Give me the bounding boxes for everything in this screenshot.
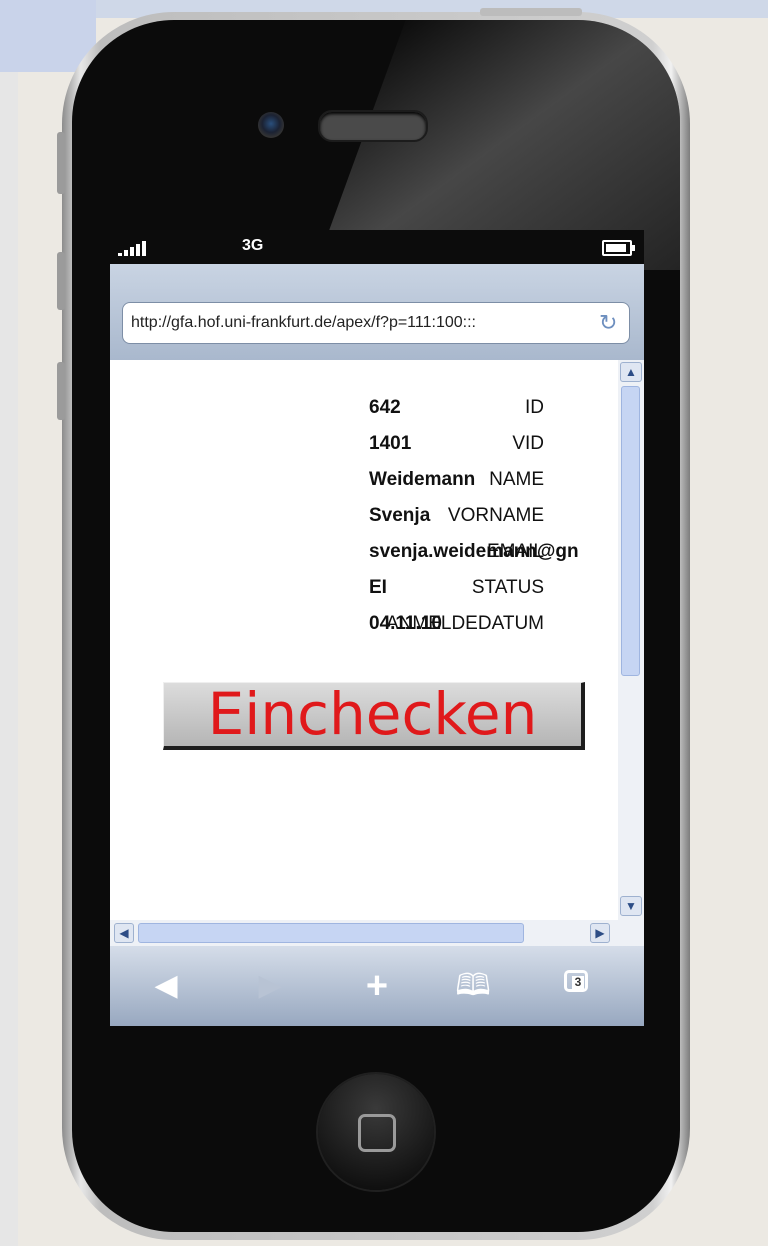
field-label: VID xyxy=(512,433,544,454)
field-value: 04.11.10 xyxy=(369,613,442,634)
scroll-left-icon[interactable]: ◀ xyxy=(114,923,134,943)
forward-icon[interactable]: ▶ xyxy=(250,966,290,1006)
field-value: EI xyxy=(369,577,387,598)
vertical-scroll-thumb[interactable] xyxy=(621,386,640,676)
field-label: ID xyxy=(525,397,544,418)
field-value: Svenja xyxy=(369,505,431,526)
signal-icon xyxy=(118,240,158,256)
field-value: 1401 xyxy=(369,433,412,454)
scroll-down-icon[interactable]: ▼ xyxy=(620,896,642,916)
field-value: svenja.weidemann@gn xyxy=(369,541,579,562)
page-content: ID 642 VID 1401 NAME Weidemann VORNAME S… xyxy=(110,360,618,920)
bookmarks-icon[interactable]: 🕮 xyxy=(453,966,493,1006)
battery-icon xyxy=(602,240,635,256)
phone-screen: 3G http://gfa.hof.uni-frankfurt.de/apex/… xyxy=(110,230,644,1026)
volume-up-button xyxy=(57,252,65,310)
power-button xyxy=(480,8,582,16)
volume-down-button xyxy=(57,362,65,420)
checkin-button[interactable]: Einchecken xyxy=(163,682,585,750)
record-row: STATUS EI xyxy=(110,577,618,607)
field-value: Weidemann xyxy=(369,469,476,490)
home-button[interactable] xyxy=(318,1074,434,1190)
field-label: STATUS xyxy=(471,577,544,598)
url-field[interactable]: http://gfa.hof.uni-frankfurt.de/apex/f?p… xyxy=(122,302,630,344)
horizontal-scrollbar[interactable]: ◀ ▶ xyxy=(110,920,644,946)
record-row: VORNAME Svenja xyxy=(110,505,618,535)
back-icon[interactable]: ◀ xyxy=(146,966,186,1006)
browser-toolbar: ◀ ▶ + 🕮 3 xyxy=(110,946,644,1026)
field-value: 642 xyxy=(369,397,401,418)
speaker-grille xyxy=(318,110,428,142)
tabs-icon[interactable]: 3 xyxy=(564,970,588,992)
tabs-count: 3 xyxy=(572,976,584,989)
add-icon[interactable]: + xyxy=(357,966,397,1006)
record-row: ID 642 xyxy=(110,397,618,427)
desktop-left-edge xyxy=(0,0,18,1246)
browser-address-area: http://gfa.hof.uni-frankfurt.de/apex/f?p… xyxy=(110,264,644,360)
scroll-right-icon[interactable]: ▶ xyxy=(590,923,610,943)
home-square-icon xyxy=(358,1114,396,1152)
record-row: EMAIL svenja.weidemann@gn xyxy=(110,541,618,571)
network-type: 3G xyxy=(242,237,264,254)
url-text: http://gfa.hof.uni-frankfurt.de/apex/f?p… xyxy=(131,314,476,331)
scroll-up-icon[interactable]: ▲ xyxy=(620,362,642,382)
camera-icon xyxy=(258,112,284,138)
record-row: NAME Weidemann xyxy=(110,469,618,499)
horizontal-scroll-thumb[interactable] xyxy=(138,923,524,943)
record-row: VID 1401 xyxy=(110,433,618,463)
status-bar: 3G xyxy=(110,230,644,264)
vertical-scrollbar[interactable]: ▲ ▼ xyxy=(618,360,644,920)
reload-icon[interactable]: ↻ xyxy=(599,312,621,334)
mute-switch xyxy=(57,132,65,194)
record-row: ANMELDEDATUM 04.11.10 xyxy=(110,613,618,643)
